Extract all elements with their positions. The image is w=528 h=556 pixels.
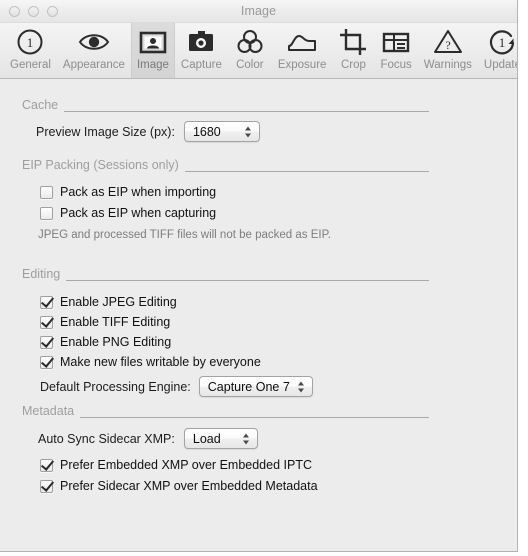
- auto-sync-sidecar-xmp-value: Load: [192, 431, 221, 446]
- pack-eip-importing-checkbox[interactable]: [40, 185, 53, 199]
- prefer-embedded-xmp-checkbox[interactable]: [40, 458, 53, 472]
- enable-png-editing-row[interactable]: Enable PNG Editing: [40, 332, 171, 352]
- toolbar-item-warnings[interactable]: ? Warnings: [418, 22, 478, 78]
- pack-eip-capturing-row[interactable]: Pack as EIP when capturing: [40, 203, 216, 223]
- toolbar-item-capture[interactable]: Capture: [175, 22, 228, 78]
- enable-tiff-editing-row[interactable]: Enable TIFF Editing: [40, 312, 170, 332]
- section-divider: [22, 111, 429, 112]
- make-files-writable-label: Make new files writable by everyone: [60, 355, 261, 369]
- pack-eip-importing-label: Pack as EIP when importing: [60, 185, 217, 199]
- toolbar-item-label: General: [10, 59, 51, 71]
- section-divider: [22, 280, 429, 281]
- stepper-arrows-icon: [297, 380, 305, 393]
- stepper-arrows-icon: [242, 432, 250, 445]
- svg-text:1: 1: [27, 35, 34, 50]
- section-header-metadata: Metadata: [22, 402, 429, 420]
- toolbar-item-update[interactable]: 1 Update: [478, 22, 518, 78]
- section-title: Cache: [22, 98, 65, 112]
- make-files-writable-row[interactable]: Make new files writable by everyone: [40, 352, 261, 372]
- toolbar-item-label: Focus: [380, 59, 412, 71]
- section-header-eip: EIP Packing (Sessions only): [22, 156, 429, 174]
- portrait-icon: [138, 26, 168, 58]
- auto-sync-sidecar-xmp-select[interactable]: Load: [183, 428, 258, 449]
- preview-image-size-label: Preview Image Size (px):: [36, 124, 175, 139]
- preview-image-size-select[interactable]: 1680: [183, 121, 260, 142]
- prefer-sidecar-xmp-label: Prefer Sidecar XMP over Embedded Metadat…: [60, 479, 318, 493]
- enable-jpeg-editing-label: Enable JPEG Editing: [60, 295, 177, 309]
- section-header-cache: Cache: [22, 96, 429, 114]
- toolbar-item-image[interactable]: Image: [130, 22, 175, 78]
- enable-jpeg-editing-row[interactable]: Enable JPEG Editing: [40, 292, 177, 312]
- preferences-window: Image 1 General Appearance Image Capture…: [0, 0, 518, 552]
- toolbar-item-label: Update: [483, 59, 518, 71]
- exposure-curve-icon: [286, 26, 318, 58]
- pack-eip-importing-row[interactable]: Pack as EIP when importing: [40, 182, 216, 202]
- toolbar-item-label: Color: [236, 59, 264, 71]
- focus-grid-icon: [381, 26, 411, 58]
- make-files-writable-checkbox[interactable]: [40, 355, 53, 369]
- toolbar-item-color[interactable]: Color: [228, 22, 272, 78]
- toolbar-item-label: Image: [136, 59, 169, 71]
- enable-jpeg-editing-checkbox[interactable]: [40, 295, 53, 309]
- toolbar-item-label: Crop: [340, 59, 366, 71]
- prefer-embedded-xmp-row[interactable]: Prefer Embedded XMP over Embedded IPTC: [40, 455, 312, 475]
- preview-image-size-row: Preview Image Size (px): 1680: [36, 121, 260, 142]
- preferences-content: Cache Preview Image Size (px): 1680 EIP …: [0, 79, 517, 550]
- enable-png-editing-label: Enable PNG Editing: [60, 335, 172, 349]
- camera-icon: [186, 26, 216, 58]
- toolbar-item-label: Exposure: [277, 59, 327, 71]
- circle-one-icon: 1: [15, 26, 45, 58]
- auto-sync-sidecar-xmp-row: Auto Sync Sidecar XMP: Load: [38, 428, 258, 449]
- toolbar-item-label: Warnings: [423, 59, 472, 71]
- pack-eip-capturing-checkbox[interactable]: [40, 206, 53, 220]
- enable-tiff-editing-label: Enable TIFF Editing: [60, 315, 171, 329]
- update-circle-one-icon: 1: [487, 26, 517, 58]
- prefer-sidecar-xmp-checkbox[interactable]: [40, 479, 53, 493]
- toolbar-item-label: Appearance: [62, 59, 125, 71]
- default-processing-engine-select[interactable]: Capture One 7: [198, 376, 313, 397]
- pack-eip-capturing-label: Pack as EIP when capturing: [60, 206, 217, 220]
- section-header-editing: Editing: [22, 265, 429, 283]
- section-title: EIP Packing (Sessions only): [22, 158, 185, 172]
- crop-icon: [338, 26, 368, 58]
- window-title: Image: [240, 4, 277, 18]
- prefer-embedded-xmp-label: Prefer Embedded XMP over Embedded IPTC: [60, 458, 312, 472]
- svg-text:?: ?: [445, 38, 450, 52]
- default-processing-engine-row: Default Processing Engine: Capture One 7: [40, 376, 313, 397]
- svg-text:1: 1: [499, 35, 506, 50]
- prefer-sidecar-xmp-row[interactable]: Prefer Sidecar XMP over Embedded Metadat…: [40, 476, 318, 496]
- preview-image-size-value: 1680: [192, 124, 221, 139]
- enable-png-editing-checkbox[interactable]: [40, 335, 53, 349]
- warning-triangle-icon: ?: [432, 26, 464, 58]
- toolbar-item-label: Capture: [180, 59, 222, 71]
- eye-icon: [78, 26, 110, 58]
- eip-note-text: JPEG and processed TIFF files will not b…: [38, 229, 331, 241]
- auto-sync-sidecar-xmp-label: Auto Sync Sidecar XMP:: [38, 431, 175, 446]
- stepper-arrows-icon: [244, 125, 252, 138]
- toolbar-item-general[interactable]: 1 General: [4, 22, 57, 78]
- toolbar-item-exposure[interactable]: Exposure: [272, 22, 333, 78]
- default-processing-engine-label: Default Processing Engine:: [40, 379, 191, 394]
- window-titlebar: Image: [0, 0, 517, 23]
- toolbar-item-crop[interactable]: Crop: [332, 22, 374, 78]
- default-processing-engine-value: Capture One 7: [207, 379, 290, 394]
- section-title: Metadata: [22, 404, 81, 418]
- section-title: Editing: [22, 267, 67, 281]
- toolbar-item-appearance[interactable]: Appearance: [57, 22, 131, 78]
- section-divider: [22, 417, 429, 418]
- preferences-toolbar: 1 General Appearance Image Capture Color…: [0, 22, 518, 79]
- toolbar-item-focus[interactable]: Focus: [374, 22, 417, 78]
- enable-tiff-editing-checkbox[interactable]: [40, 315, 53, 329]
- color-circles-icon: [234, 26, 266, 58]
